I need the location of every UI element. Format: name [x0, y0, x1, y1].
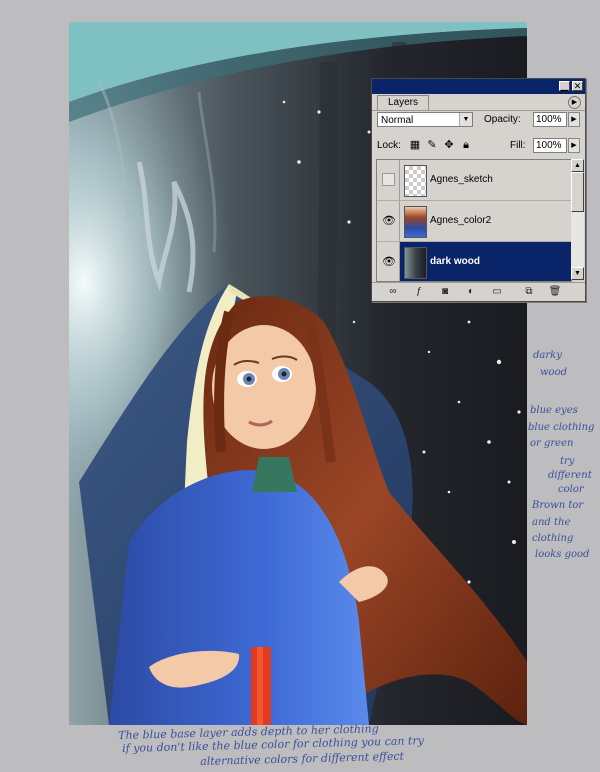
lock-position-icon[interactable]: ✥ — [443, 139, 455, 151]
trash-icon[interactable]: 🗑︎ — [548, 286, 562, 298]
blend-mode-value: Normal — [381, 115, 414, 126]
lock-all-icon[interactable]: 🔒︎ — [460, 139, 472, 151]
side-note: wood — [540, 367, 568, 378]
eye-icon: 👁︎ — [382, 256, 396, 268]
forest-thumbnail-icon — [404, 247, 427, 279]
scroll-down-icon[interactable]: ▼ — [571, 267, 584, 280]
layer-list-scrollbar[interactable]: ▲ ▼ — [571, 159, 584, 280]
minimize-button[interactable]: ▁ — [559, 81, 570, 91]
link-icon[interactable]: ∞ — [386, 286, 400, 298]
checker-thumbnail-icon — [404, 165, 427, 197]
new-layer-icon[interactable]: ⧉ — [522, 286, 536, 298]
side-note: different — [548, 470, 592, 481]
opacity-label: Opacity: — [484, 114, 521, 125]
palette-titlebar[interactable]: ▁ ✕ — [372, 79, 585, 94]
lock-transparency-icon[interactable]: ▦ — [409, 139, 421, 151]
visibility-toggle[interactable]: 👁︎ — [377, 201, 400, 241]
visibility-off-box — [382, 173, 395, 186]
mask-icon[interactable]: ◙ — [438, 286, 452, 298]
side-note: blue clothing — [528, 422, 595, 433]
side-note: color — [558, 484, 584, 495]
palette-footer: ∞ ƒ ◙ ◐ ▭ ⧉ 🗑︎ — [372, 282, 585, 301]
side-note: clothing — [532, 533, 574, 544]
fill-slider-button[interactable]: ▶ — [568, 138, 580, 153]
adjustment-icon[interactable]: ◐ — [464, 286, 478, 298]
close-button[interactable]: ✕ — [572, 81, 583, 91]
tab-layers[interactable]: Layers — [377, 95, 430, 110]
visibility-toggle[interactable]: 👁︎ — [377, 242, 400, 281]
lock-image-icon[interactable]: ✎ — [426, 139, 438, 151]
side-note: or green — [530, 438, 574, 449]
layer-style-icon[interactable]: ƒ — [412, 286, 426, 298]
layer-row-agnes-sketch[interactable]: Agnes_sketch — [377, 160, 571, 201]
lock-label: Lock: — [377, 140, 401, 151]
side-note: Brown tor — [532, 500, 584, 511]
layer-name: Agnes_color2 — [430, 215, 492, 226]
opacity-input[interactable]: 100% — [533, 112, 567, 127]
blend-row: Normal ▼ Opacity: 100% ▶ — [377, 112, 581, 128]
layer-list: Agnes_sketch 👁︎ Agnes_color2 👁︎ dark woo… — [376, 159, 572, 282]
side-note: looks good — [535, 549, 590, 560]
side-note: darky — [533, 350, 562, 361]
layer-row-dark-wood[interactable]: 👁︎ dark wood — [377, 242, 571, 281]
visibility-toggle[interactable] — [377, 160, 400, 200]
fill-input[interactable]: 100% — [533, 138, 567, 153]
chevron-down-icon[interactable]: ▼ — [459, 113, 472, 126]
layers-palette: ▁ ✕ Layers ▶ Normal ▼ Opacity: 100% ▶ Lo… — [371, 78, 586, 302]
folder-icon[interactable]: ▭ — [490, 286, 504, 298]
tabs-row: Layers ▶ — [372, 94, 585, 111]
layer-row-agnes-color2[interactable]: 👁︎ Agnes_color2 — [377, 201, 571, 242]
palette-menu-icon[interactable]: ▶ — [568, 96, 581, 109]
eye-icon: 👁︎ — [382, 215, 396, 227]
layer-name: Agnes_sketch — [430, 174, 493, 185]
portrait-thumbnail-icon — [404, 206, 427, 238]
opacity-slider-button[interactable]: ▶ — [568, 112, 580, 127]
fill-label: Fill: — [510, 140, 526, 151]
side-note: and the — [532, 517, 571, 528]
layer-name: dark wood — [430, 256, 481, 267]
scrollbar-thumb[interactable] — [571, 172, 584, 212]
scroll-up-icon[interactable]: ▲ — [571, 159, 584, 172]
bottom-note: alternative colors for different effect — [200, 749, 405, 768]
blend-mode-select[interactable]: Normal ▼ — [377, 112, 473, 127]
side-note: try — [560, 456, 575, 467]
side-note: blue eyes — [530, 405, 578, 416]
lock-row: Lock: ▦ ✎ ✥ 🔒︎ Fill: 100% ▶ — [377, 138, 581, 154]
